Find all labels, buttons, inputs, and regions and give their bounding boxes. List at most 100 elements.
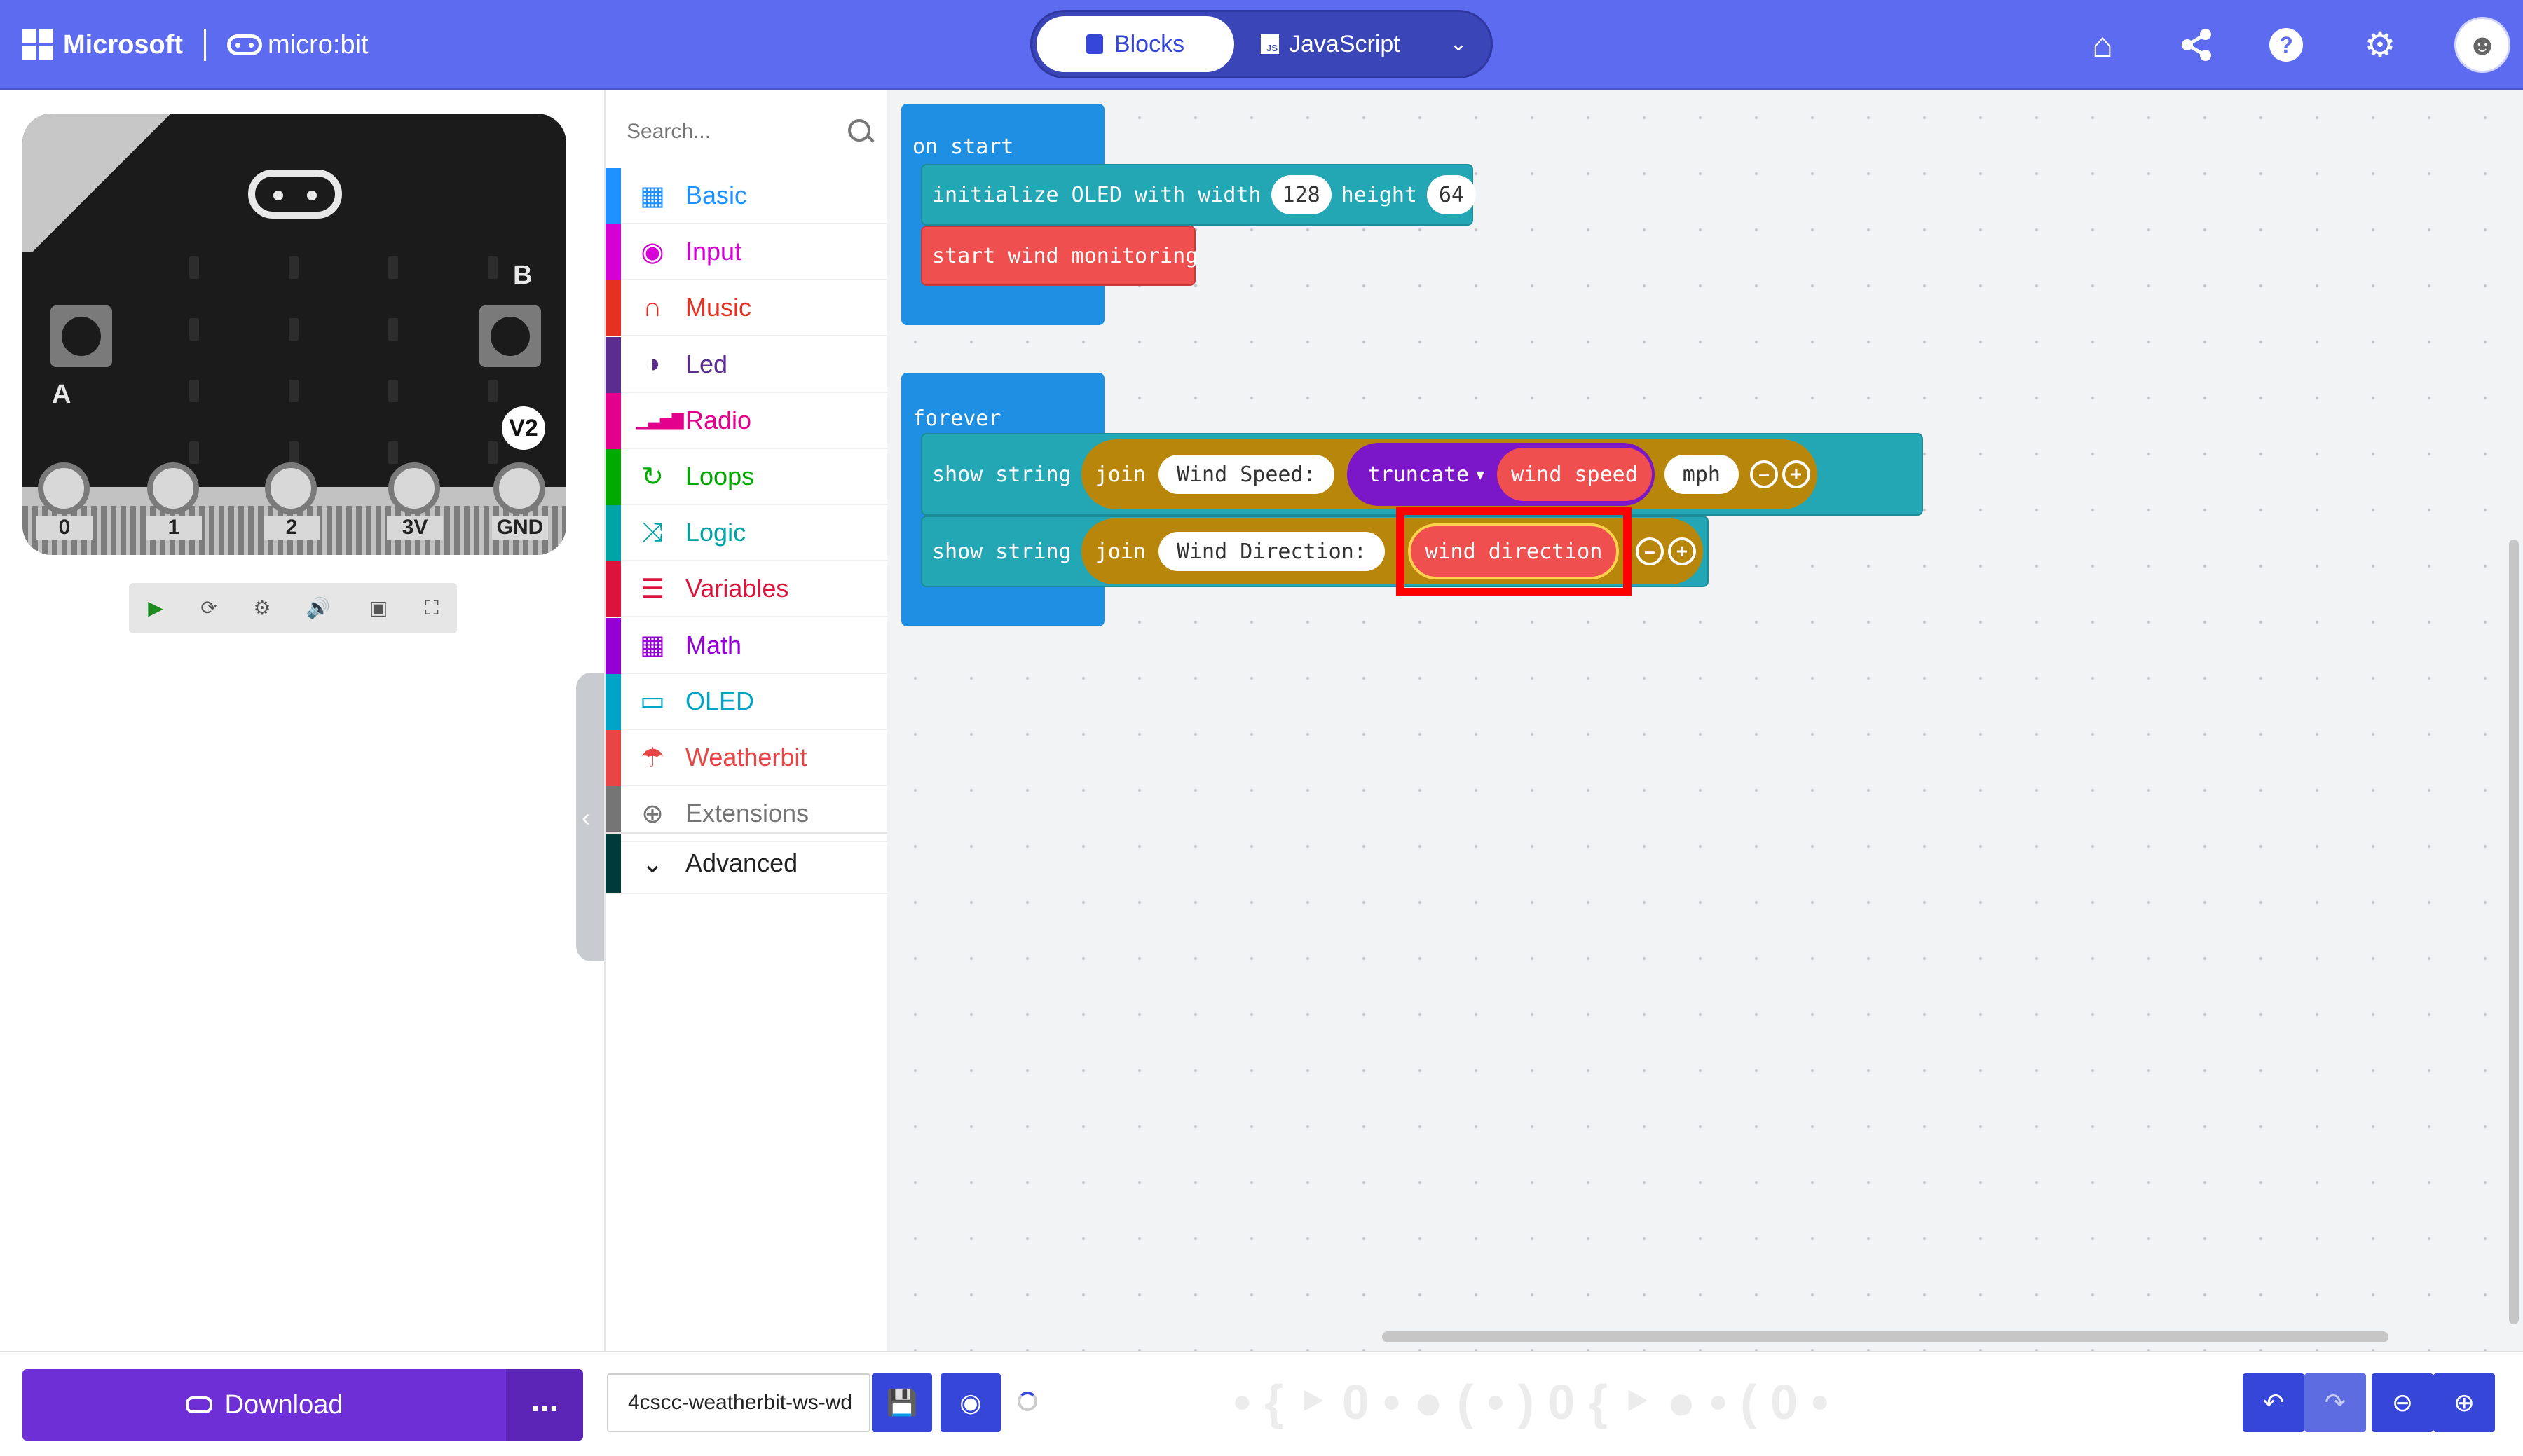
toolbox-category-oled[interactable]: ▭ OLED bbox=[606, 673, 887, 730]
fullscreen-icon[interactable]: ⛶ bbox=[405, 583, 458, 633]
microsoft-label: Microsoft bbox=[63, 29, 183, 60]
join-block[interactable]: join Wind Speed: truncate ▼ wind speed m… bbox=[1081, 439, 1817, 509]
add-input-icon[interactable]: + bbox=[1782, 460, 1810, 488]
project-name-input[interactable] bbox=[607, 1373, 870, 1432]
toolbox-category-advanced[interactable]: ⌄ Advanced bbox=[606, 832, 887, 894]
oled-width-field[interactable]: 128 bbox=[1271, 175, 1332, 214]
button-b-label: B bbox=[513, 261, 533, 290]
pin-gnd[interactable] bbox=[493, 462, 545, 514]
restart-icon[interactable]: ⟳ bbox=[182, 583, 235, 633]
collapse-simulator-handle[interactable]: ‹ bbox=[576, 673, 607, 961]
caret-down-icon[interactable]: ▼ bbox=[1476, 466, 1484, 483]
remove-input-icon[interactable]: – bbox=[1635, 537, 1664, 565]
user-avatar[interactable]: ☻ bbox=[2454, 17, 2510, 73]
pin-1[interactable] bbox=[147, 462, 199, 514]
category-color-bar bbox=[606, 505, 621, 562]
pin-3v[interactable] bbox=[388, 462, 440, 514]
category-label: Advanced bbox=[685, 849, 798, 877]
download-button[interactable]: Download bbox=[22, 1369, 506, 1441]
category-color-bar bbox=[606, 730, 621, 786]
toolbox-category-math[interactable]: ▦ Math bbox=[606, 617, 887, 674]
puzzle-icon bbox=[1086, 34, 1103, 54]
version-badge: V2 bbox=[502, 406, 545, 450]
editor-mode-toggle: Blocks JS JavaScript ⌄ bbox=[1030, 10, 1493, 78]
remove-input-icon[interactable]: – bbox=[1749, 460, 1778, 488]
category-label: Math bbox=[685, 630, 742, 659]
workspace-horizontal-scrollbar[interactable] bbox=[1382, 1331, 2388, 1342]
string-field[interactable]: mph bbox=[1664, 455, 1739, 494]
category-color-bar bbox=[606, 561, 621, 618]
github-icon[interactable]: ◉ bbox=[941, 1373, 1001, 1432]
show-string-block[interactable]: show string join Wind Direction: wind di… bbox=[921, 507, 1709, 596]
pin-0[interactable] bbox=[38, 462, 90, 514]
button-b[interactable] bbox=[479, 305, 541, 367]
chevron-down-icon[interactable]: ⌄ bbox=[1446, 32, 1471, 57]
start-wind-monitoring-block[interactable]: start wind monitoring bbox=[921, 226, 1198, 286]
toolbox-category-led[interactable]: ◑ Led bbox=[606, 336, 887, 393]
mute-icon[interactable]: 🔊 bbox=[292, 583, 345, 633]
wind-direction-reporter[interactable]: wind direction bbox=[1408, 523, 1620, 579]
string-field[interactable]: Wind Direction: bbox=[1158, 532, 1385, 571]
category-color-bar bbox=[606, 336, 621, 393]
add-input-icon[interactable]: + bbox=[1667, 537, 1696, 565]
join-label: join bbox=[1095, 539, 1146, 564]
settings-icon[interactable]: ⚙ bbox=[2352, 17, 2408, 73]
truncate-block[interactable]: truncate ▼ wind speed bbox=[1346, 443, 1655, 506]
svg-text:?: ? bbox=[2279, 32, 2293, 57]
zoom-out-icon[interactable]: ⊖ bbox=[2372, 1373, 2433, 1432]
download-label: Download bbox=[224, 1389, 343, 1420]
brand-divider bbox=[204, 29, 206, 61]
toolbox-category-basic[interactable]: ▦ Basic bbox=[606, 168, 887, 224]
toolbox-category-loops[interactable]: ↻ Loops bbox=[606, 449, 887, 505]
pin-label: 2 bbox=[264, 516, 320, 540]
screenshot-icon[interactable]: ▣ bbox=[352, 583, 405, 633]
category-color-bar bbox=[606, 224, 621, 281]
javascript-mode-button[interactable]: JS JavaScript bbox=[1261, 16, 1429, 72]
category-label: Led bbox=[685, 349, 728, 378]
help-icon[interactable]: ? bbox=[2258, 17, 2314, 73]
forever-label: forever bbox=[912, 406, 1001, 431]
toolbox-category-input[interactable]: ◉ Input bbox=[606, 224, 887, 281]
redo-icon[interactable]: ↷ bbox=[2304, 1373, 2366, 1432]
microbit-simulator-board[interactable]: A B V2 0 1 2 3V GND bbox=[22, 114, 566, 556]
share-icon[interactable] bbox=[2168, 17, 2224, 73]
home-icon[interactable]: ⌂ bbox=[2074, 17, 2131, 73]
category-color-bar bbox=[606, 392, 621, 449]
toolbox-category-logic[interactable]: ⤨ Logic bbox=[606, 505, 887, 562]
pin-2[interactable] bbox=[265, 462, 317, 514]
zoom-in-icon[interactable]: ⊕ bbox=[2433, 1373, 2495, 1432]
toolbox-category-radio[interactable]: ▁▃▅▇ Radio bbox=[606, 392, 887, 449]
toolbox-search bbox=[606, 104, 887, 160]
debug-icon[interactable]: ⚙ bbox=[235, 583, 289, 633]
search-icon[interactable] bbox=[848, 119, 870, 142]
category-color-bar bbox=[606, 834, 621, 893]
touch-logo-icon[interactable] bbox=[248, 170, 342, 219]
workspace-vertical-scrollbar[interactable] bbox=[2509, 540, 2519, 1324]
toolbox-category-weatherbit[interactable]: ☂ Weatherbit bbox=[606, 730, 887, 786]
signal-icon: ▁▃▅▇ bbox=[636, 411, 684, 429]
join-label: join bbox=[1095, 462, 1146, 487]
more-options-button[interactable]: ... bbox=[506, 1369, 583, 1441]
blocks-workspace[interactable]: on start initialize OLED with width 128 … bbox=[887, 90, 2523, 1351]
toolbox-category-variables[interactable]: ☰ Variables bbox=[606, 561, 887, 618]
brand[interactable]: Microsoft micro:bit bbox=[22, 24, 369, 66]
play-icon[interactable]: ▶ bbox=[129, 583, 182, 633]
save-icon[interactable]: 💾 bbox=[872, 1373, 932, 1432]
string-field[interactable]: Wind Speed: bbox=[1158, 455, 1334, 494]
blocks-mode-button[interactable]: Blocks bbox=[1037, 16, 1234, 72]
search-input[interactable] bbox=[606, 119, 838, 144]
oled-height-field[interactable]: 64 bbox=[1426, 175, 1476, 214]
microbit-label: micro:bit bbox=[268, 29, 369, 60]
monitor-icon: ▭ bbox=[640, 687, 665, 717]
button-a[interactable] bbox=[50, 305, 112, 367]
start-wind-monitoring-label: start wind monitoring bbox=[932, 243, 1198, 268]
oled-init-block[interactable]: initialize OLED with width 128 height 64 bbox=[921, 164, 1476, 226]
toolbox: ▦ Basic ◉ Input ∩ Music ◑ Led ▁▃▅▇Radio ↻ Loops ⤨ Lo… bbox=[604, 90, 889, 1351]
toolbox-category-music[interactable]: ∩ Music bbox=[606, 280, 887, 337]
undo-icon[interactable]: ↶ bbox=[2243, 1373, 2304, 1432]
oled-height-label: height bbox=[1341, 182, 1417, 207]
category-color-bar bbox=[606, 168, 621, 224]
join-block[interactable]: join Wind Direction: wind direction – + bbox=[1081, 507, 1703, 596]
show-string-block[interactable]: show string join Wind Speed: truncate ▼ … bbox=[921, 433, 1923, 516]
wind-speed-reporter[interactable]: wind speed bbox=[1497, 448, 1652, 501]
